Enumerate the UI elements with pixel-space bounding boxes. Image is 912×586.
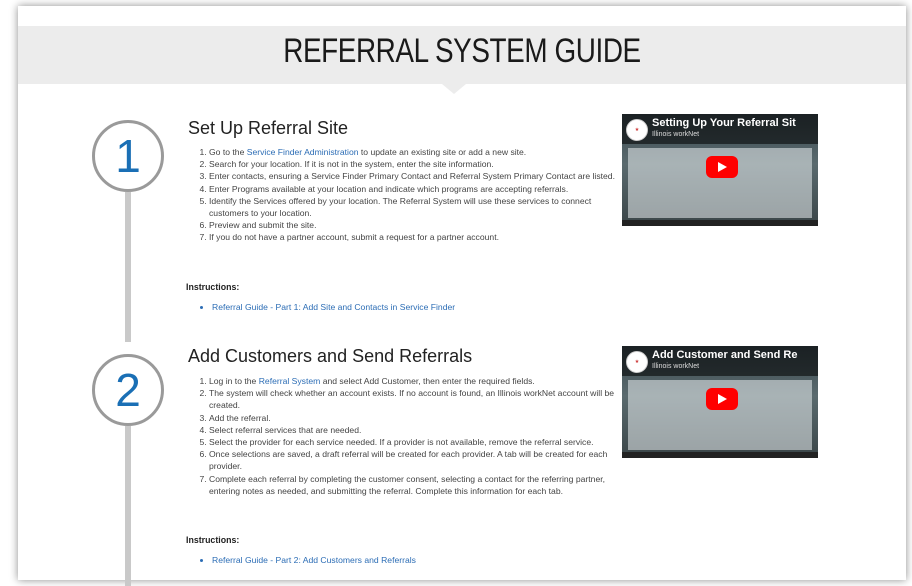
- video-channel[interactable]: Illinois workNet: [652, 363, 699, 370]
- list-item: Referral Guide - Part 2: Add Customers a…: [212, 554, 416, 566]
- video-channel[interactable]: Illinois workNet: [652, 131, 699, 138]
- list-item: Preview and submit the site.: [209, 219, 629, 231]
- list-item: Once selections are saved, a draft refer…: [209, 448, 629, 472]
- step-1-instruction-list: Referral Guide - Part 1: Add Site and Co…: [188, 301, 455, 313]
- play-icon[interactable]: [706, 388, 738, 410]
- step-1-instructions-label: Instructions:: [186, 282, 240, 292]
- list-item: The system will check whether an account…: [209, 387, 629, 411]
- video-title[interactable]: Setting Up Your Referral Sit: [652, 117, 796, 129]
- referral-system-link[interactable]: Referral System: [259, 376, 321, 386]
- list-item: Referral Guide - Part 1: Add Site and Co…: [212, 301, 455, 313]
- step-1-title: Set Up Referral Site: [188, 118, 349, 138]
- list-item: Enter Programs available at your locatio…: [209, 183, 629, 195]
- list-item: Go to the Service Finder Administration …: [209, 146, 629, 158]
- channel-logo-icon[interactable]: ★: [626, 351, 648, 373]
- banner-pointer: [442, 84, 466, 94]
- step-1-connector: [125, 192, 131, 342]
- step-2-number: 2: [92, 354, 164, 426]
- play-icon[interactable]: [706, 156, 738, 178]
- list-item: Log in to the Referral System and select…: [209, 375, 629, 387]
- step-1-list: Go to the Service Finder Administration …: [189, 146, 629, 244]
- step-2-video[interactable]: ★ Add Customer and Send Re Illinois work…: [622, 346, 818, 458]
- title-banner: REFERRAL SYSTEM GUIDE: [18, 26, 906, 84]
- service-finder-admin-link[interactable]: Service Finder Administration: [247, 147, 359, 157]
- list-item: Complete each referral by completing the…: [209, 473, 629, 497]
- channel-logo-icon[interactable]: ★: [626, 119, 648, 141]
- video-progress-bar: [622, 452, 818, 458]
- step-1-video[interactable]: ★ Setting Up Your Referral Sit Illinois …: [622, 114, 818, 226]
- step-2-instruction-list: Referral Guide - Part 2: Add Customers a…: [188, 554, 416, 566]
- list-item: If you do not have a partner account, su…: [209, 231, 629, 243]
- list-item: Enter contacts, ensuring a Service Finde…: [209, 170, 629, 182]
- list-item: Search for your location. If it is not i…: [209, 158, 629, 170]
- list-item: Select the provider for each service nee…: [209, 436, 629, 448]
- step-2-connector: [125, 426, 131, 586]
- referral-guide-part-1-link[interactable]: Referral Guide - Part 1: Add Site and Co…: [212, 302, 455, 312]
- step-2-instructions-label: Instructions:: [186, 535, 240, 545]
- page-title: REFERRAL SYSTEM GUIDE: [283, 32, 641, 70]
- video-title[interactable]: Add Customer and Send Re: [652, 349, 797, 361]
- referral-guide-part-2-link[interactable]: Referral Guide - Part 2: Add Customers a…: [212, 555, 416, 565]
- step-2-title: Add Customers and Send Referrals: [188, 346, 473, 366]
- step-1-number: 1: [92, 120, 164, 192]
- video-progress-bar: [622, 220, 818, 226]
- list-item: Identify the Services offered by your lo…: [209, 195, 629, 219]
- guide-page: REFERRAL SYSTEM GUIDE 1 Set Up Referral …: [18, 6, 906, 586]
- list-item: Select referral services that are needed…: [209, 424, 629, 436]
- step-2-list: Log in to the Referral System and select…: [189, 375, 629, 497]
- list-item: Add the referral.: [209, 412, 629, 424]
